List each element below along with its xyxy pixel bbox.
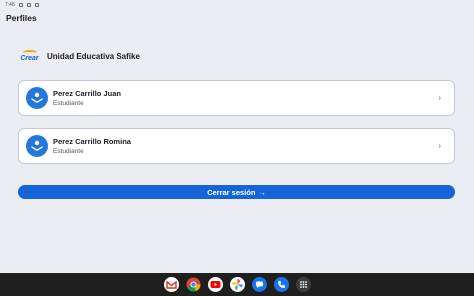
logout-button[interactable]: Cerrar sesión →	[18, 185, 455, 199]
profile-card-juan[interactable]: Perez Carrillo Juan Estudiante ›	[18, 80, 455, 116]
profile-role: Estudiante	[53, 148, 84, 155]
profile-avatar-icon	[26, 87, 48, 109]
logout-label: Cerrar sesión	[207, 187, 256, 197]
profile-name: Perez Carrillo Juan	[53, 89, 121, 98]
chrome-icon[interactable]	[186, 277, 201, 292]
profile-name: Perez Carrillo Romina	[53, 137, 131, 146]
status-time: 7:46	[5, 2, 15, 8]
chevron-right-icon: ›	[438, 141, 441, 150]
page-title: Perfiles	[6, 13, 37, 23]
arrow-right-icon: →	[258, 187, 266, 197]
profile-role: Estudiante	[53, 100, 84, 107]
taskbar	[0, 273, 474, 296]
profile-card-romina[interactable]: Perez Carrillo Romina Estudiante ›	[18, 128, 455, 164]
app-drawer-icon[interactable]	[295, 277, 311, 292]
profile-avatar-icon	[26, 135, 48, 157]
school-logo: Crear	[18, 47, 41, 65]
chevron-right-icon: ›	[438, 93, 441, 102]
phone-icon[interactable]	[273, 277, 289, 292]
notification-icon	[18, 3, 23, 7]
status-bar: 7:46	[0, 0, 474, 10]
school-header: Crear Unidad Educativa Safike	[18, 46, 140, 66]
youtube-icon[interactable]	[207, 277, 223, 292]
gmail-icon[interactable]	[163, 277, 179, 292]
school-name: Unidad Educativa Safike	[47, 51, 140, 61]
photos-icon[interactable]	[229, 277, 245, 292]
shield-status-icon	[34, 3, 39, 7]
messages-icon[interactable]	[251, 277, 267, 292]
settings-status-icon	[26, 3, 31, 7]
